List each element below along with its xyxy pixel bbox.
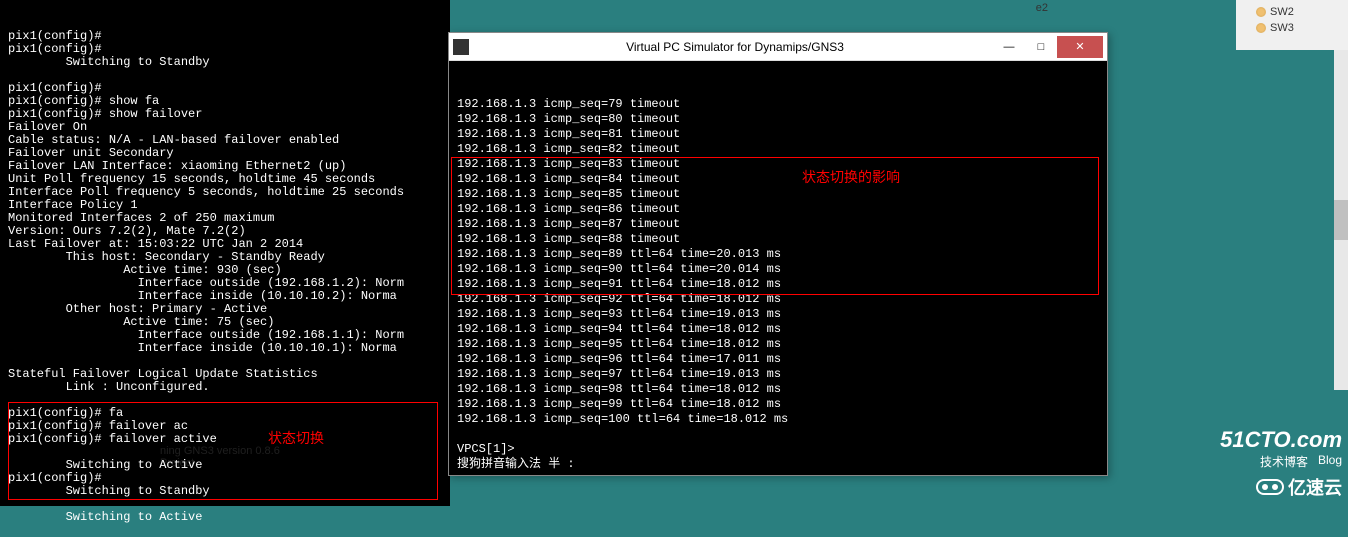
tree-scrollbar[interactable] [1334,50,1348,390]
vpc-titlebar[interactable]: Virtual PC Simulator for Dynamips/GNS3 —… [449,33,1107,61]
gns-watermark: ning GNS3 version 0.8.6 Project. [160,445,280,469]
window-controls: — □ ✕ [993,36,1103,58]
maximize-button[interactable]: □ [1025,36,1057,58]
yisu-icon [1256,479,1284,495]
vpc-output: 192.168.1.3 icmp_seq=79 timeout 192.168.… [457,97,1099,472]
vpc-app-icon [453,39,469,55]
tree-label: SW2 [1270,6,1294,18]
logo-sub1: 技术博客 [1260,453,1308,470]
tree-label: SW3 [1270,22,1294,34]
logo-yisu-text: 亿速云 [1288,474,1342,500]
tree-item-sw2[interactable]: SW2 [1240,4,1344,20]
switch-icon [1256,7,1266,17]
topology-tree: SW2 SW3 [1236,0,1348,50]
logo-51cto: 51CTO.com [1220,427,1342,453]
switch-icon [1256,23,1266,33]
minimize-button[interactable]: — [993,36,1025,58]
vpc-terminal[interactable]: 192.168.1.3 icmp_seq=79 timeout 192.168.… [449,61,1107,475]
pix-terminal[interactable]: pix1(config)# pix1(config)# Switching to… [0,0,450,506]
vpc-window: Virtual PC Simulator for Dynamips/GNS3 —… [448,32,1108,476]
e2-interface-label: e2 [1036,2,1048,14]
close-button[interactable]: ✕ [1057,36,1103,58]
watermark-logo: 51CTO.com 技术博客 Blog 亿速云 [1220,427,1342,500]
vpc-title: Virtual PC Simulator for Dynamips/GNS3 [477,40,993,54]
logo-sub2: Blog [1318,453,1342,470]
scrollbar-thumb[interactable] [1334,200,1348,240]
tree-item-sw3[interactable]: SW3 [1240,20,1344,36]
